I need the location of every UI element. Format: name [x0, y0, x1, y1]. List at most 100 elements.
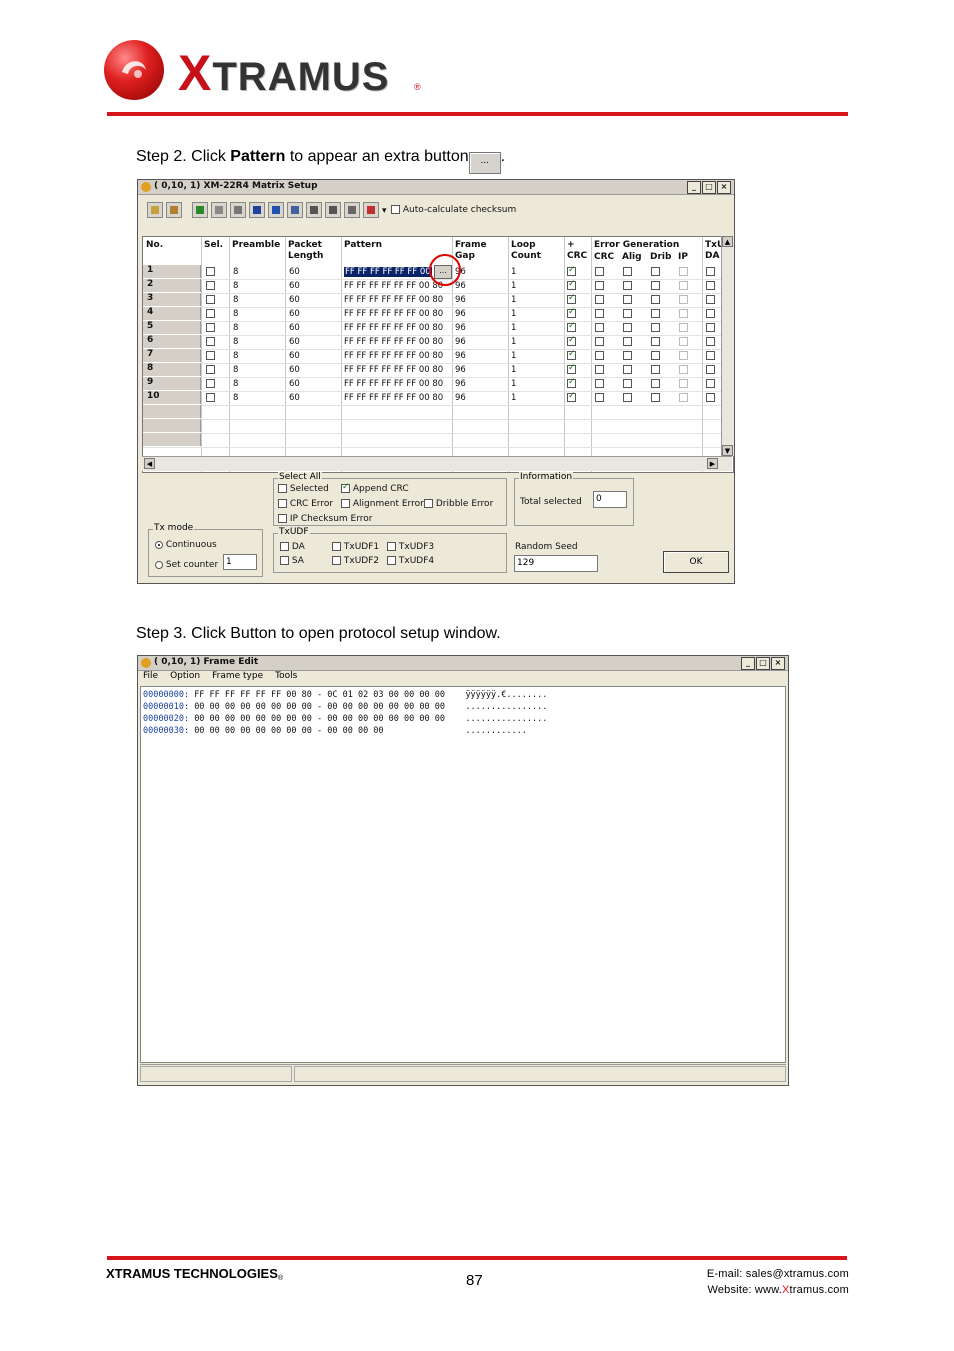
row-length[interactable]: 60: [289, 351, 300, 361]
row-err-align[interactable]: [623, 337, 632, 347]
hex-line[interactable]: 00000010: 00 00 00 00 00 00 00 00 - 00 0…: [143, 702, 547, 714]
row-txu[interactable]: [706, 365, 715, 375]
select-alignment-error[interactable]: Alignment Error: [341, 499, 424, 509]
set-counter-radio[interactable]: [155, 560, 163, 569]
row-err-crc-checkbox[interactable]: [595, 365, 604, 374]
scroll-left-icon[interactable]: ◀: [144, 458, 155, 469]
row-err-align[interactable]: [623, 295, 632, 305]
row-txu-checkbox[interactable]: [706, 267, 715, 276]
row-err-ip[interactable]: [679, 365, 688, 375]
row-length[interactable]: 60: [289, 295, 300, 305]
row-err-crc-checkbox[interactable]: [595, 379, 604, 388]
menu-tools[interactable]: Tools: [275, 671, 297, 681]
row-plus-crc-checkbox[interactable]: [567, 279, 576, 290]
col-plus-crc[interactable]: + CRC: [567, 240, 587, 268]
row-number[interactable]: 4: [143, 307, 201, 320]
filter-button[interactable]: [363, 202, 379, 218]
txudf-4[interactable]: TxUDF4: [387, 556, 434, 566]
row-gap[interactable]: 96: [455, 337, 466, 347]
sort-button[interactable]: [211, 202, 227, 218]
col-packet-length[interactable]: Packet Length: [288, 240, 323, 268]
row-gap[interactable]: 96: [455, 295, 466, 305]
row-sel[interactable]: [206, 309, 215, 319]
row-loop[interactable]: 1: [511, 379, 516, 389]
row-sel-checkbox[interactable]: [206, 379, 215, 388]
row-length[interactable]: 60: [289, 337, 300, 347]
row-err-drib[interactable]: [651, 281, 660, 291]
row-txu-checkbox[interactable]: [706, 351, 715, 360]
row-sel[interactable]: [206, 351, 215, 361]
txudf-sa-checkbox[interactable]: [280, 556, 289, 565]
row-number[interactable]: 8: [143, 363, 201, 376]
tx-mode-continuous[interactable]: Continuous: [155, 540, 217, 550]
row-err-align[interactable]: [623, 379, 632, 389]
matrix-hscroll[interactable]: ◀ ▶: [142, 456, 732, 471]
row-number[interactable]: 3: [143, 293, 201, 306]
menu-frame-type[interactable]: Frame type: [212, 671, 263, 681]
scroll-right-icon[interactable]: ▶: [707, 458, 718, 469]
txudf-2[interactable]: TxUDF2: [332, 556, 379, 566]
row-pattern[interactable]: FF FF FF FF FF FF 00 80: [344, 379, 443, 389]
row-sel-checkbox[interactable]: [206, 281, 215, 290]
row-err-crc-checkbox[interactable]: [595, 351, 604, 360]
row-length[interactable]: 60: [289, 379, 300, 389]
row-txu-checkbox[interactable]: [706, 295, 715, 304]
row-preamble[interactable]: 8: [233, 379, 238, 389]
col-sel[interactable]: Sel.: [204, 240, 223, 268]
row-err-ip[interactable]: [679, 267, 688, 277]
row-err-drib[interactable]: [651, 351, 660, 361]
row-plus-crc[interactable]: [567, 307, 576, 319]
row-txu-checkbox[interactable]: [706, 281, 715, 290]
row-sel-checkbox[interactable]: [206, 295, 215, 304]
row-err-ip-checkbox[interactable]: [679, 337, 688, 346]
row-err-ip-checkbox[interactable]: [679, 295, 688, 304]
row-number[interactable]: 9: [143, 377, 201, 390]
row-number[interactable]: 1: [143, 265, 201, 278]
row-loop[interactable]: 1: [511, 323, 516, 333]
menu-file[interactable]: File: [143, 671, 158, 681]
row-loop[interactable]: 1: [511, 365, 516, 375]
row-preamble[interactable]: 8: [233, 393, 238, 403]
edit-button[interactable]: [268, 202, 284, 218]
row-plus-crc[interactable]: [567, 335, 576, 347]
row-err-ip-checkbox[interactable]: [679, 365, 688, 374]
row-err-ip[interactable]: [679, 351, 688, 361]
matrix-row[interactable]: 10 8 60 FF FF FF FF FF FF 00 80 96 1: [143, 391, 733, 406]
row-pattern[interactable]: FF FF FF FF FF FF 00 80: [344, 337, 443, 347]
row-err-align-checkbox[interactable]: [623, 267, 632, 276]
row-sel[interactable]: [206, 379, 215, 389]
txudf-3-checkbox[interactable]: [387, 542, 396, 551]
row-sel-checkbox[interactable]: [206, 393, 215, 402]
matrix-row[interactable]: 9 8 60 FF FF FF FF FF FF 00 80 96 1: [143, 377, 733, 392]
row-sel-checkbox[interactable]: [206, 365, 215, 374]
row-err-ip[interactable]: [679, 295, 688, 305]
row-err-crc-checkbox[interactable]: [595, 337, 604, 346]
filter-dropdown-arrow-icon[interactable]: ▾: [382, 206, 387, 216]
row-gap[interactable]: 96: [455, 393, 466, 403]
row-sel[interactable]: [206, 393, 215, 403]
open-file-button[interactable]: [147, 202, 163, 218]
row-err-drib[interactable]: [651, 323, 660, 333]
row-loop[interactable]: 1: [511, 351, 516, 361]
collapse-button[interactable]: [325, 202, 341, 218]
row-err-drib[interactable]: [651, 309, 660, 319]
row-loop[interactable]: 1: [511, 337, 516, 347]
row-sel[interactable]: [206, 281, 215, 291]
row-plus-crc-checkbox[interactable]: [567, 377, 576, 388]
txudf-3[interactable]: TxUDF3: [387, 542, 434, 552]
row-sel[interactable]: [206, 295, 215, 305]
auto-checksum-checkbox[interactable]: [391, 205, 400, 214]
row-err-align[interactable]: [623, 351, 632, 361]
row-plus-crc[interactable]: [567, 293, 576, 305]
row-loop[interactable]: 1: [511, 393, 516, 403]
row-err-drib[interactable]: [651, 295, 660, 305]
col-pattern[interactable]: Pattern: [344, 240, 382, 268]
col-no[interactable]: No.: [146, 240, 163, 268]
row-err-crc-checkbox[interactable]: [595, 323, 604, 332]
row-err-align[interactable]: [623, 393, 632, 403]
row-err-drib-checkbox[interactable]: [651, 295, 660, 304]
row-txu-checkbox[interactable]: [706, 365, 715, 374]
row-preamble[interactable]: 8: [233, 295, 238, 305]
row-number[interactable]: 10: [143, 391, 201, 404]
row-err-crc[interactable]: [595, 365, 604, 375]
